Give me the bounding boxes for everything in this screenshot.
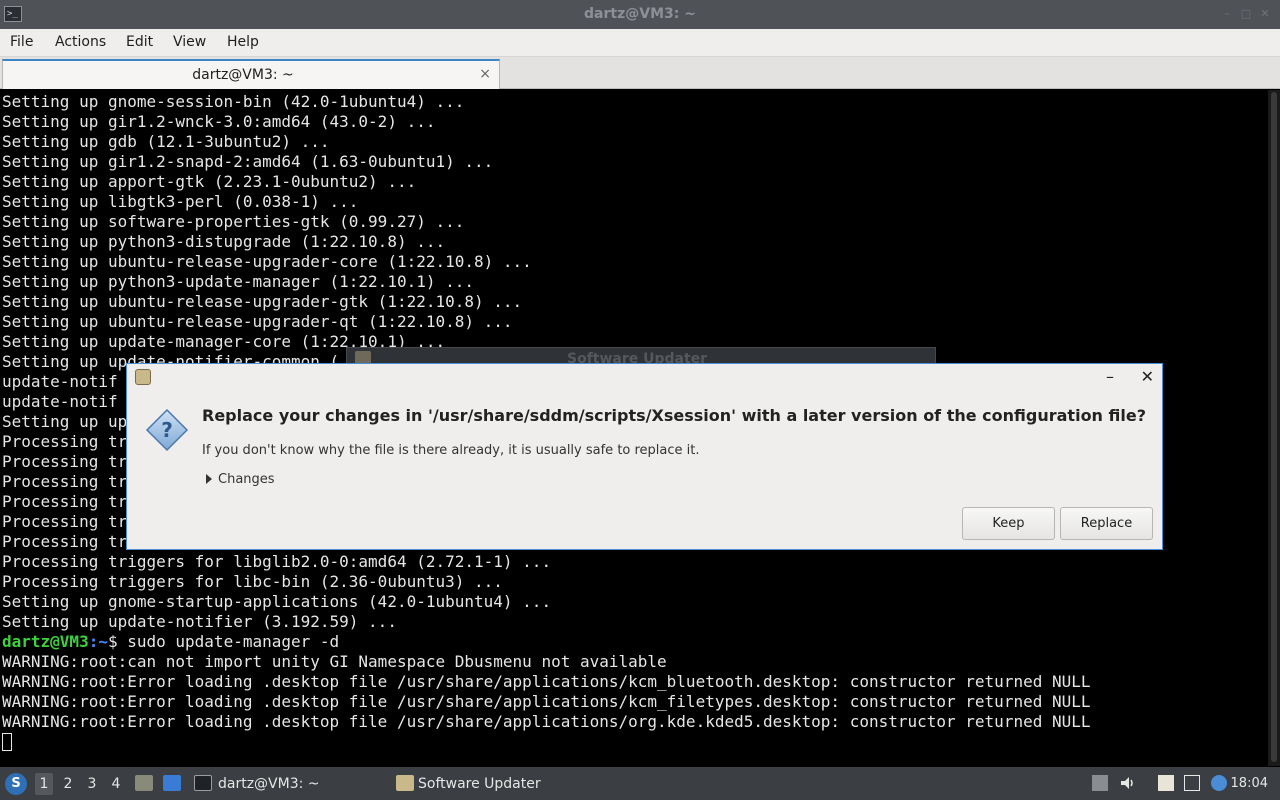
scrollbar-thumb[interactable] bbox=[1271, 92, 1277, 762]
close-button[interactable]: ✕ bbox=[1258, 7, 1272, 21]
terminal-task-icon bbox=[194, 775, 212, 791]
updates-icon[interactable] bbox=[1211, 775, 1227, 791]
clipboard-icon[interactable] bbox=[1158, 775, 1174, 791]
show-desktop-icon[interactable] bbox=[163, 775, 181, 791]
network-icon[interactable] bbox=[1184, 775, 1200, 791]
prompt-user: dartz@VM3 bbox=[2, 632, 89, 651]
terminal-line: Setting up libgtk3-perl (0.038-1) ... bbox=[2, 192, 359, 211]
terminal-line: Processing triggers for libglib2.0-0:amd… bbox=[2, 552, 552, 571]
terminal-line: Setting up software-properties-gtk (0.99… bbox=[2, 212, 465, 231]
tab-label: dartz@VM3: ~ bbox=[192, 67, 294, 83]
maximize-button[interactable]: □ bbox=[1239, 7, 1253, 21]
changes-expander[interactable]: Changes bbox=[206, 472, 275, 487]
terminal-line: Setting up python3-update-manager (1:22.… bbox=[2, 272, 475, 291]
workspace-3[interactable]: 3 bbox=[83, 776, 101, 792]
terminal-line: Setting up apport-gtk (2.23.1-0ubuntu2) … bbox=[2, 172, 417, 191]
terminal-line: Setting up python3-distupgrade (1:22.10.… bbox=[2, 232, 446, 251]
workspace-4[interactable]: 4 bbox=[107, 776, 125, 792]
output-line: WARNING:root:Error loading .desktop file… bbox=[2, 692, 1091, 711]
terminal-scrollbar[interactable] bbox=[1268, 90, 1280, 766]
terminal-line: Setting up up bbox=[2, 412, 128, 431]
workspace-2[interactable]: 2 bbox=[59, 776, 77, 792]
terminal-line: Setting up gir1.2-snapd-2:amd64 (1.63-0u… bbox=[2, 152, 494, 171]
replace-config-dialog: – ✕ ? Replace your changes in '/usr/shar… bbox=[126, 363, 1163, 550]
expander-arrow-icon bbox=[206, 474, 212, 484]
prompt-symbol: $ bbox=[107, 632, 128, 651]
menu-bar: File Actions Edit View Help bbox=[0, 29, 1280, 57]
file-manager-icon[interactable] bbox=[135, 775, 153, 791]
terminal-line: Setting up gir1.2-wnck-3.0:amd64 (43.0-2… bbox=[2, 112, 436, 131]
terminal-line: Processing tr bbox=[2, 432, 128, 451]
dialog-minimize-button[interactable]: – bbox=[1106, 367, 1114, 386]
tab-bar: dartz@VM3: ~ × bbox=[0, 57, 1280, 89]
terminal-line: Processing tr bbox=[2, 512, 128, 531]
minimize-button[interactable]: – bbox=[1220, 7, 1234, 21]
taskbar: S 1 2 3 4 dartz@VM3: ~ Software Updater … bbox=[0, 767, 1280, 800]
tray-eject-icon[interactable] bbox=[1092, 775, 1108, 791]
output-line: WARNING:root:can not import unity GI Nam… bbox=[2, 652, 667, 671]
dialog-app-icon bbox=[135, 369, 151, 385]
menu-file[interactable]: File bbox=[10, 34, 33, 50]
output-line: WARNING:root:Error loading .desktop file… bbox=[2, 712, 1091, 731]
dialog-body: If you don't know why the file is there … bbox=[202, 443, 700, 458]
dialog-heading: Replace your changes in '/usr/share/sddm… bbox=[202, 406, 1146, 425]
tab-terminal[interactable]: dartz@VM3: ~ × bbox=[2, 59, 500, 89]
terminal-line: Setting up ubuntu-release-upgrader-qt (1… bbox=[2, 312, 513, 331]
terminal-line: Processing tr bbox=[2, 492, 128, 511]
prompt-line: dartz@VM3:~$ sudo update-manager -d bbox=[2, 632, 339, 652]
keep-button[interactable]: Keep bbox=[962, 507, 1055, 540]
clock: 18:04 bbox=[1230, 776, 1268, 791]
terminal-line: Setting up gnome-session-bin (42.0-1ubun… bbox=[2, 92, 465, 111]
tab-close-icon[interactable]: × bbox=[479, 66, 491, 82]
dialog-close-button[interactable]: ✕ bbox=[1141, 367, 1154, 386]
menu-help[interactable]: Help bbox=[227, 34, 259, 50]
prompt-path: :~ bbox=[88, 632, 108, 651]
terminal-line: Setting up update-notifier (3.192.59) ..… bbox=[2, 612, 397, 631]
terminal-cursor bbox=[2, 733, 12, 751]
volume-icon[interactable] bbox=[1119, 775, 1135, 791]
terminal-line: Setting up gnome-startup-applications (4… bbox=[2, 592, 552, 611]
replace-button[interactable]: Replace bbox=[1060, 507, 1153, 540]
workspace-1[interactable]: 1 bbox=[35, 773, 53, 795]
task-software-updater[interactable]: Software Updater bbox=[418, 776, 541, 792]
window-title-bar: >_ dartz@VM3: ~ – □ ✕ bbox=[0, 0, 1280, 29]
terminal-line: Processing triggers for libc-bin (2.36-0… bbox=[2, 572, 503, 591]
terminal-line: update-notif bbox=[2, 372, 118, 391]
terminal-line: Processing tr bbox=[2, 472, 128, 491]
terminal-line: update-notif bbox=[2, 392, 118, 411]
menu-actions[interactable]: Actions bbox=[55, 34, 106, 50]
question-icon: ? bbox=[145, 408, 189, 452]
terminal-line: Setting up gdb (12.1-3ubuntu2) ... bbox=[2, 132, 330, 151]
menu-edit[interactable]: Edit bbox=[126, 34, 153, 50]
start-menu-button[interactable]: S bbox=[5, 773, 27, 795]
window-title: dartz@VM3: ~ bbox=[584, 6, 696, 22]
svg-text:?: ? bbox=[161, 418, 173, 442]
output-line: WARNING:root:Error loading .desktop file… bbox=[2, 672, 1091, 691]
terminal-line: Processing tr bbox=[2, 532, 128, 551]
terminal-line: Setting up ubuntu-release-upgrader-core … bbox=[2, 252, 532, 271]
terminal-line: Setting up ubuntu-release-upgrader-gtk (… bbox=[2, 292, 523, 311]
command-text: sudo update-manager -d bbox=[127, 632, 340, 651]
dialog-title-bar: – ✕ bbox=[127, 364, 1162, 392]
terminal-line: Processing tr bbox=[2, 452, 128, 471]
task-terminal[interactable]: dartz@VM3: ~ bbox=[218, 776, 320, 792]
menu-view[interactable]: View bbox=[173, 34, 206, 50]
software-updater-task-icon bbox=[396, 775, 414, 791]
expander-label: Changes bbox=[218, 472, 275, 487]
